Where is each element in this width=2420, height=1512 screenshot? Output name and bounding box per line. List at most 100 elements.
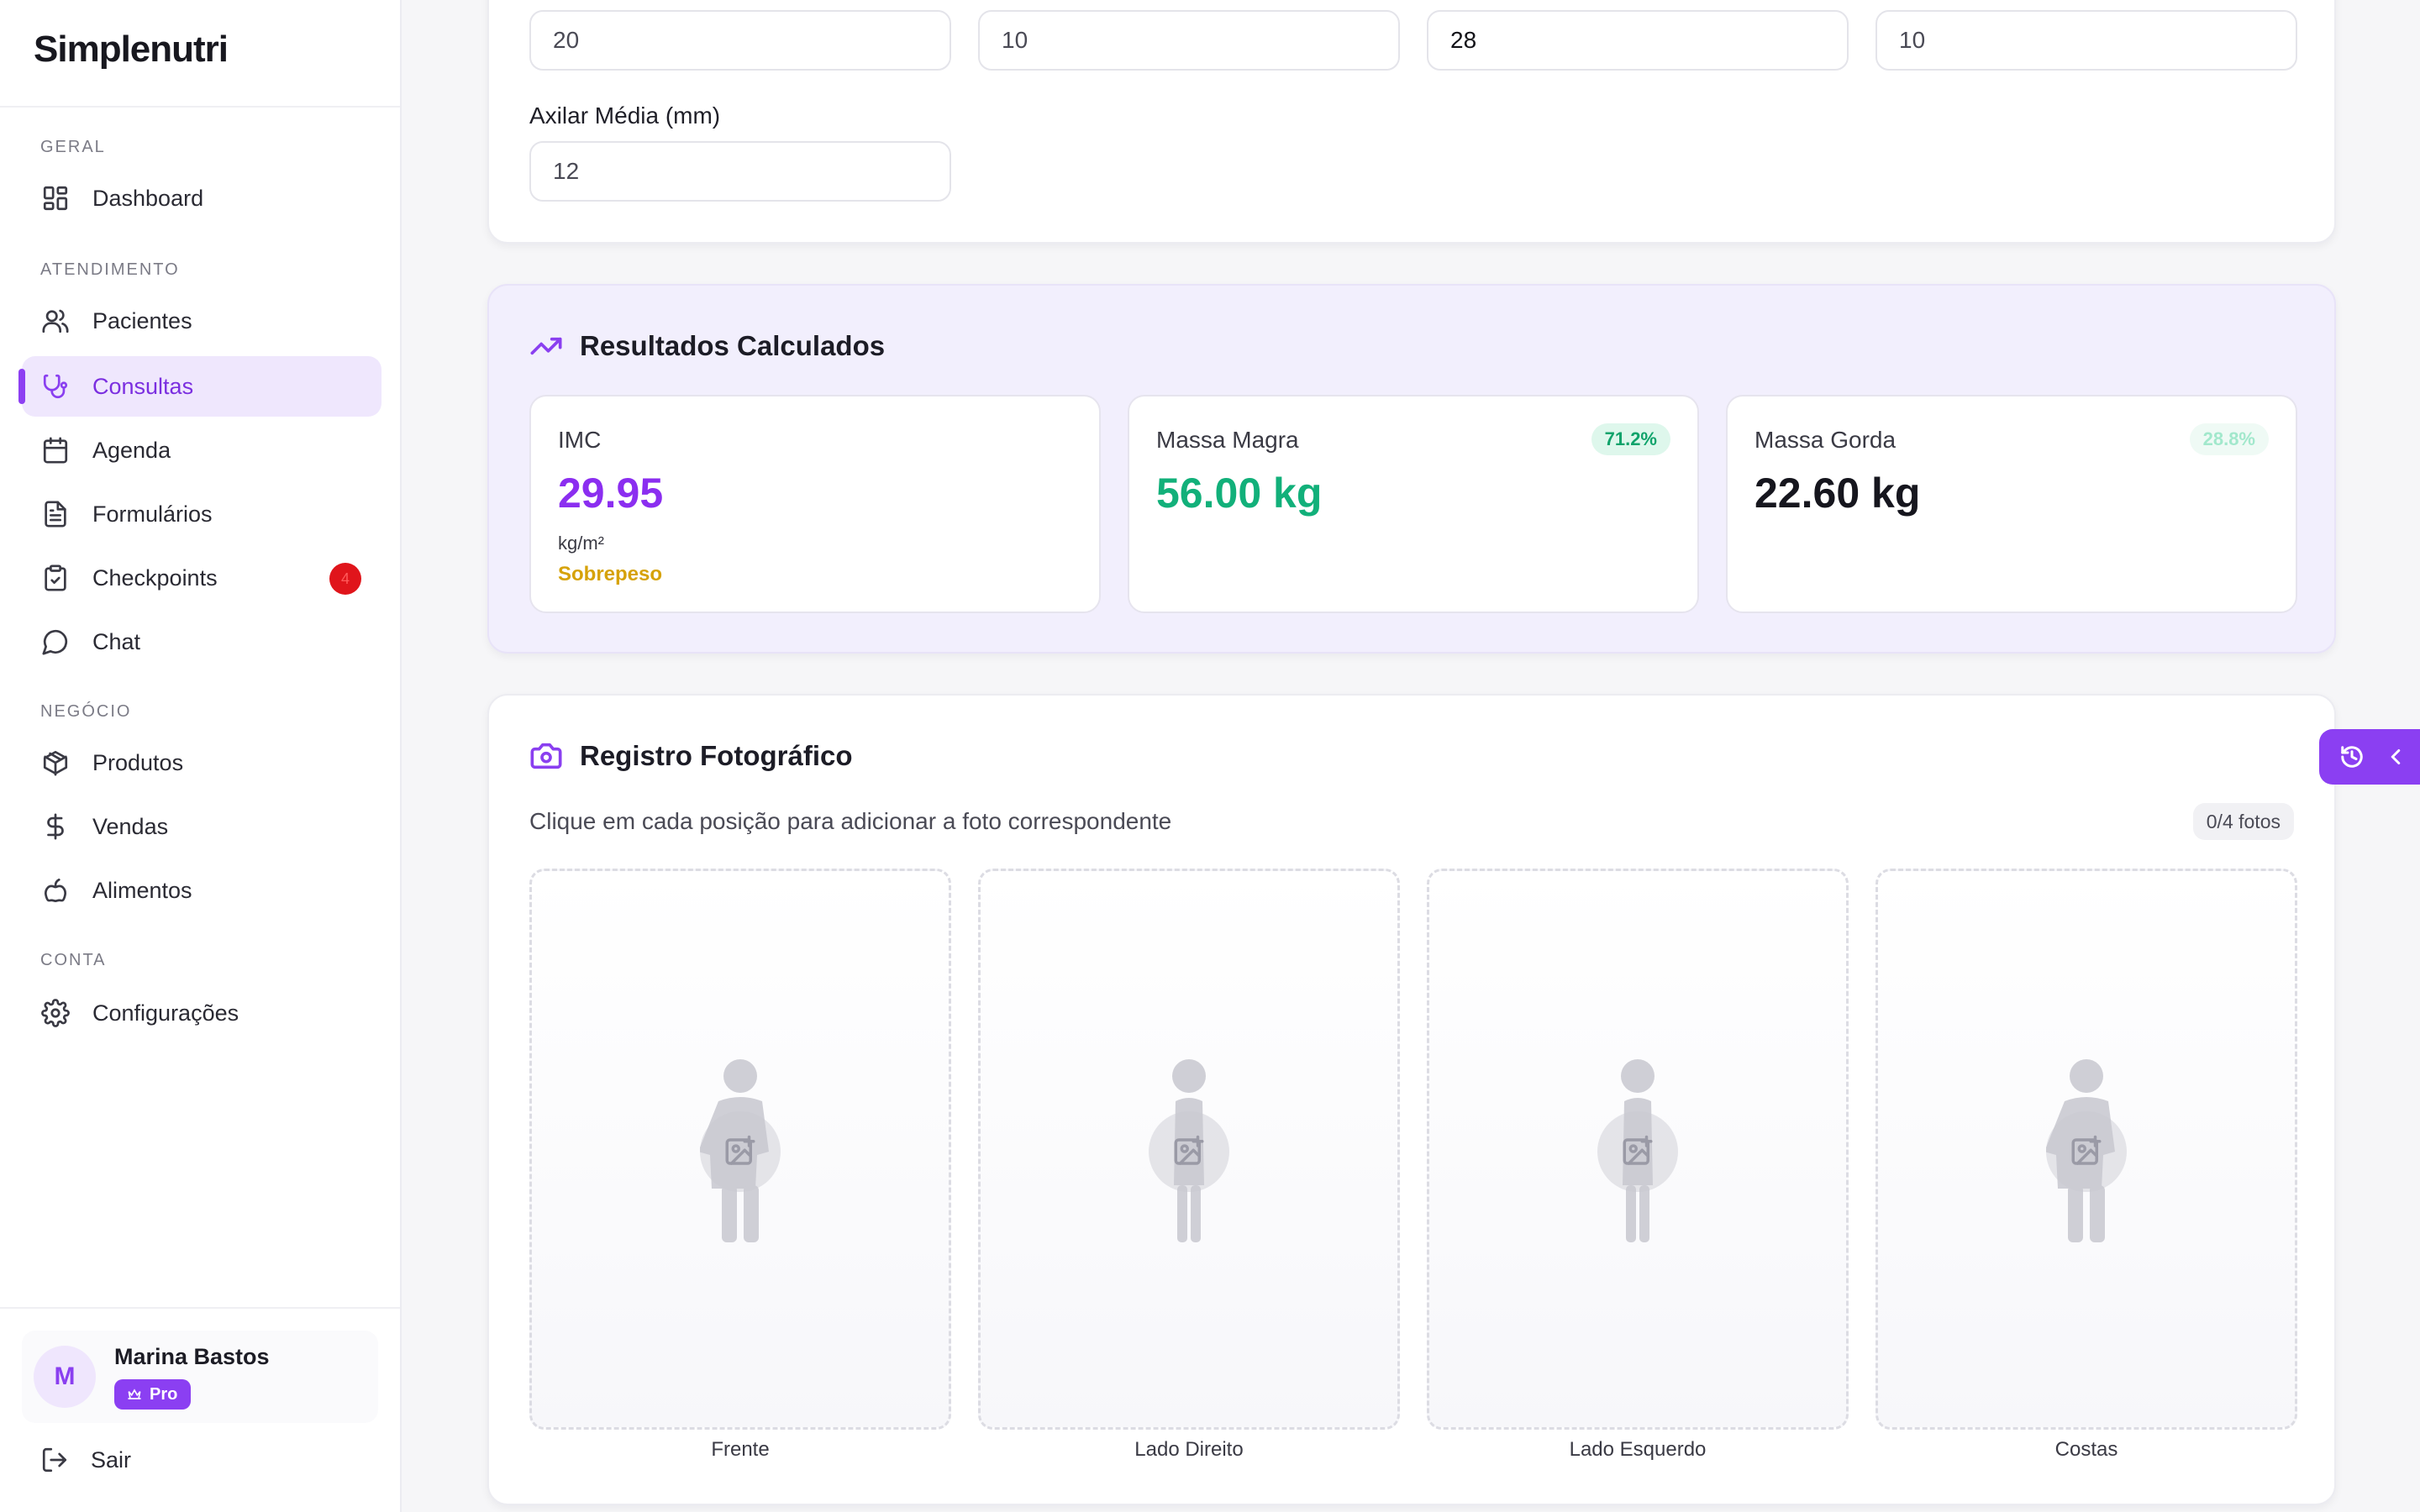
photo-count-badge: 0/4 fotos bbox=[2192, 803, 2294, 840]
users-icon bbox=[40, 306, 71, 336]
imc-value: 29.95 bbox=[558, 470, 664, 517]
logout-icon bbox=[42, 1447, 67, 1473]
massa-magra-percent: 71.2% bbox=[1591, 423, 1670, 455]
photo-slot-label: Lado Direito bbox=[1134, 1438, 1244, 1461]
sidebar-item-label: Checkpoints bbox=[92, 564, 218, 591]
plan-label: Pro bbox=[150, 1384, 178, 1404]
massa-magra-card: Massa Magra 71.2% 56.00 kg bbox=[1128, 395, 1699, 613]
image-plus-icon bbox=[1174, 1135, 1204, 1165]
axilar-media-label: Axilar Média (mm) bbox=[529, 102, 721, 129]
photos-title: Registro Fotográfico bbox=[529, 739, 853, 773]
sidebar-item-consultas[interactable]: Consultas bbox=[22, 356, 381, 417]
clipboard-check-icon bbox=[40, 563, 71, 593]
sidebar-item-produtos[interactable]: Produtos bbox=[22, 732, 381, 793]
imc-label: IMC bbox=[558, 427, 602, 453]
avatar: M bbox=[34, 1346, 96, 1408]
history-panel-toggle[interactable] bbox=[2319, 729, 2420, 785]
divider bbox=[0, 1307, 400, 1309]
photo-slot-costas[interactable] bbox=[1876, 869, 2297, 1430]
sidebar-item-checkpoints[interactable]: Checkpoints bbox=[22, 548, 381, 608]
imc-classification: Sobrepeso bbox=[558, 563, 663, 585]
sidebar-item-label: Vendas bbox=[92, 813, 169, 839]
add-photo-button[interactable] bbox=[1597, 1111, 1678, 1192]
photo-slot-frente[interactable] bbox=[529, 869, 951, 1430]
sidebar-item-vendas[interactable]: Vendas bbox=[22, 796, 381, 857]
divider bbox=[0, 106, 400, 108]
sidebar-item-label: Agenda bbox=[92, 437, 171, 463]
sidebar-item-label: Alimentos bbox=[92, 877, 192, 903]
photo-slot-lado-direito[interactable] bbox=[978, 869, 1400, 1430]
massa-gorda-percent: 28.8% bbox=[2189, 423, 2269, 455]
add-photo-button[interactable] bbox=[1149, 1111, 1229, 1192]
measurement-input-4[interactable]: 10 bbox=[1876, 10, 2297, 71]
measurement-input-3[interactable]: 28 bbox=[1427, 10, 1849, 71]
sidebar-item-label: Produtos bbox=[92, 749, 184, 775]
chevron-left-icon bbox=[2391, 749, 2401, 764]
add-photo-button[interactable] bbox=[700, 1111, 781, 1192]
sidebar-item-label: Formulários bbox=[92, 501, 213, 527]
section-label-negocio: NEGÓCIO bbox=[40, 702, 132, 721]
sidebar-item-chat[interactable]: Chat bbox=[22, 612, 381, 672]
sidebar-item-configuracoes[interactable]: Configurações bbox=[22, 983, 381, 1043]
imc-unit: kg/m² bbox=[558, 533, 604, 554]
user-name: Marina Bastos bbox=[114, 1344, 270, 1369]
sidebar-item-label: Consultas bbox=[92, 373, 194, 399]
trending-up-icon bbox=[530, 337, 562, 355]
sidebar-item-label: Configurações bbox=[92, 1000, 239, 1026]
results-card: Resultados Calculados IMC 29.95 kg/m² So… bbox=[487, 284, 2336, 654]
massa-magra-label: Massa Magra bbox=[1156, 427, 1299, 453]
results-title-text: Resultados Calculados bbox=[580, 330, 886, 361]
measurement-input-2[interactable]: 10 bbox=[978, 10, 1400, 71]
sidebar-item-alimentos[interactable]: Alimentos bbox=[22, 860, 381, 921]
logout-button[interactable]: Sair bbox=[22, 1430, 381, 1490]
sidebar-item-pacientes[interactable]: Pacientes bbox=[22, 291, 381, 351]
sidebar-item-agenda[interactable]: Agenda bbox=[22, 420, 381, 480]
section-label-conta: CONTA bbox=[40, 951, 107, 969]
active-indicator bbox=[18, 369, 25, 404]
crown-icon bbox=[128, 1389, 141, 1399]
file-text-icon bbox=[40, 499, 71, 529]
photo-slot-label: Frente bbox=[711, 1438, 770, 1461]
dollar-icon bbox=[40, 811, 71, 842]
dashboard-icon bbox=[40, 183, 71, 213]
sidebar-item-formularios[interactable]: Formulários bbox=[22, 484, 381, 544]
user-card[interactable]: M Marina Bastos Pro bbox=[22, 1331, 378, 1423]
photos-subtitle: Clique em cada posição para adicionar a … bbox=[529, 808, 1172, 834]
photos-title-text: Registro Fotográfico bbox=[580, 740, 853, 771]
photo-slot-lado-esquerdo[interactable] bbox=[1427, 869, 1849, 1430]
stethoscope-icon bbox=[40, 371, 71, 402]
results-title: Resultados Calculados bbox=[529, 329, 885, 363]
massa-gorda-value: 22.60 kg bbox=[1754, 470, 1921, 517]
sidebar-item-label: Dashboard bbox=[92, 185, 204, 211]
app-logo[interactable]: Simplenutri bbox=[34, 29, 229, 71]
section-label-geral: GERAL bbox=[40, 138, 106, 156]
gear-icon bbox=[40, 998, 71, 1028]
apple-icon bbox=[40, 875, 71, 906]
measurements-card: 20 10 28 10 Axilar Média (mm) 12 bbox=[487, 0, 2336, 244]
sidebar-item-label: Chat bbox=[92, 628, 141, 654]
history-icon bbox=[2341, 746, 2363, 768]
calendar-icon bbox=[40, 435, 71, 465]
photo-slot-label: Costas bbox=[2054, 1438, 2118, 1461]
package-icon bbox=[40, 748, 71, 778]
massa-gorda-card: Massa Gorda 28.8% 22.60 kg bbox=[1726, 395, 2297, 613]
image-plus-icon bbox=[725, 1135, 755, 1165]
image-plus-icon bbox=[2071, 1135, 2102, 1165]
photo-slot-label: Lado Esquerdo bbox=[1569, 1438, 1707, 1461]
plan-badge: Pro bbox=[114, 1379, 192, 1410]
imc-card: IMC 29.95 kg/m² Sobrepeso bbox=[529, 395, 1101, 613]
camera-icon bbox=[530, 743, 562, 769]
image-plus-icon bbox=[1623, 1135, 1653, 1165]
measurement-input-1[interactable]: 20 bbox=[529, 10, 951, 71]
axilar-media-input[interactable]: 12 bbox=[529, 141, 951, 202]
notification-badge: 4 bbox=[329, 563, 361, 595]
sidebar: Simplenutri GERAL Dashboard ATENDIMENTO … bbox=[0, 0, 402, 1512]
section-label-atendimento: ATENDIMENTO bbox=[40, 260, 180, 279]
massa-gorda-label: Massa Gorda bbox=[1754, 427, 1897, 453]
chat-icon bbox=[40, 627, 71, 657]
add-photo-button[interactable] bbox=[2046, 1111, 2127, 1192]
sidebar-item-dashboard[interactable]: Dashboard bbox=[22, 168, 381, 228]
photo-record-card: Registro Fotográfico Clique em cada posi… bbox=[487, 694, 2336, 1505]
logout-label: Sair bbox=[91, 1446, 132, 1473]
massa-magra-value: 56.00 kg bbox=[1156, 470, 1323, 517]
